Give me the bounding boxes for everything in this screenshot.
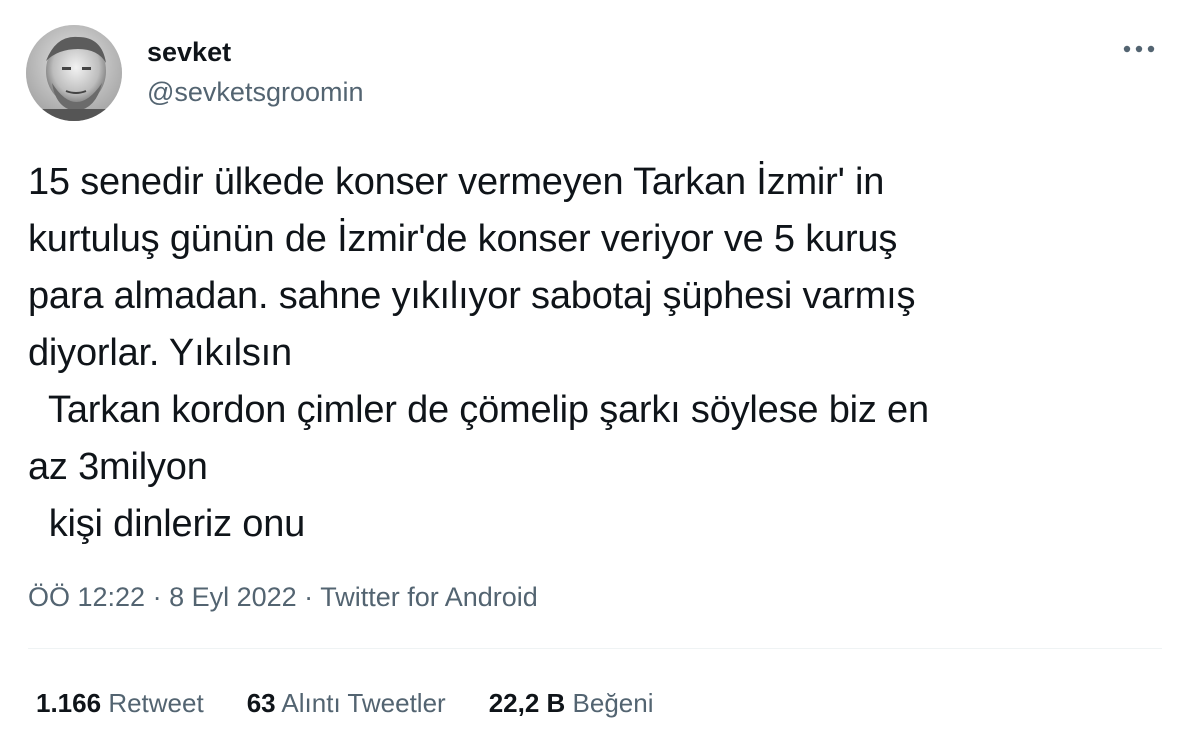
more-horizontal-icon	[1123, 45, 1155, 53]
quote-tweets-link[interactable]: 63 Alıntı Tweetler	[247, 686, 446, 720]
tweet-meta: ÖÖ 12:22 · 8 Eyl 2022 · Twitter for Andr…	[28, 580, 538, 614]
meta-separator: ·	[145, 582, 170, 612]
meta-separator: ·	[296, 582, 321, 612]
engagement-stats: 1.166 Retweet 63 Alıntı Tweetler 22,2 B …	[36, 686, 697, 720]
profile-photo-icon	[26, 25, 122, 121]
likes-count-link[interactable]: 22,2 B Beğeni	[489, 686, 654, 720]
stat-label: Beğeni	[572, 688, 654, 718]
stat-label: Alıntı Tweetler	[281, 688, 446, 718]
retweet-count-link[interactable]: 1.166 Retweet	[36, 686, 204, 720]
tweet-source-link[interactable]: Twitter for Android	[320, 582, 538, 612]
user-handle[interactable]: @sevketsgroomin	[147, 76, 364, 108]
stat-count: 63	[246, 688, 276, 718]
display-name[interactable]: sevket	[147, 36, 231, 68]
divider	[28, 648, 1162, 649]
tweet-card: sevket @sevketsgroomin 15 senedir ülkede…	[0, 0, 1190, 748]
tweet-date-link[interactable]: 8 Eyl 2022	[169, 582, 297, 612]
more-options-button[interactable]	[1116, 32, 1162, 66]
tweet-text: 15 senedir ülkede konser vermeyen Tarkan…	[28, 161, 929, 545]
avatar[interactable]	[26, 25, 122, 121]
stat-count: 22,2 B	[488, 688, 566, 718]
tweet-time-link[interactable]: ÖÖ 12:22	[28, 582, 145, 612]
stat-count: 1.166	[36, 688, 102, 718]
stat-label: Retweet	[108, 688, 204, 718]
